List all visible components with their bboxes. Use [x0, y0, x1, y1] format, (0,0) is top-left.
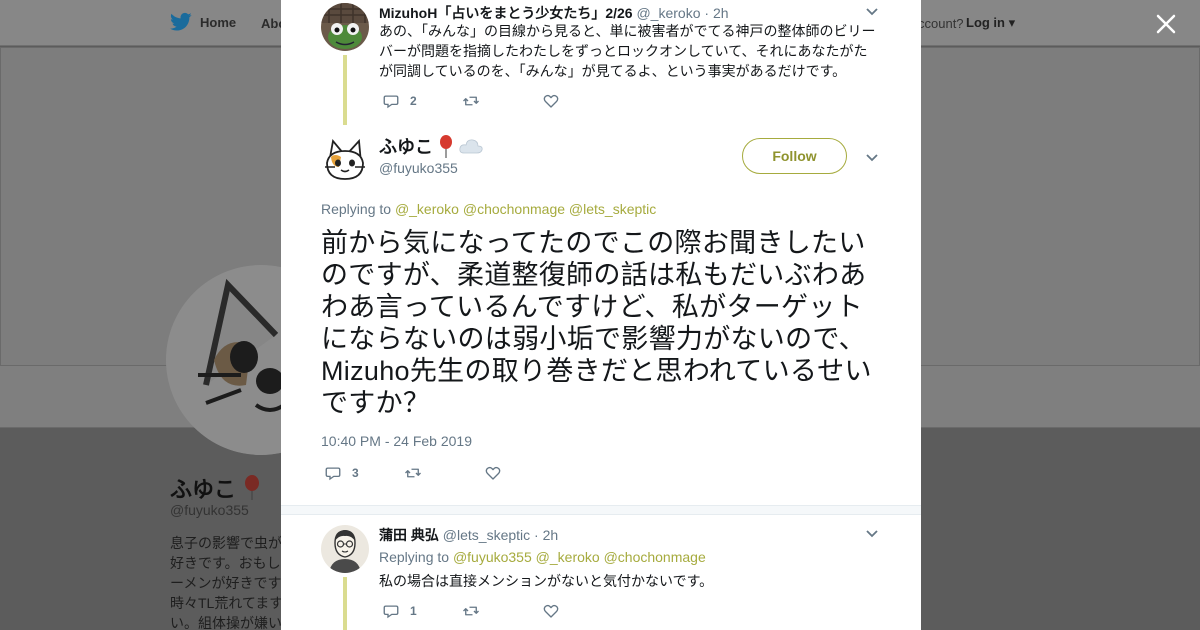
- parent-tweet-name[interactable]: MizuhoH「占いをまとう少女たち」2/26: [379, 5, 633, 21]
- follow-button[interactable]: Follow: [742, 138, 847, 174]
- heart-icon: [543, 604, 559, 618]
- reply-button[interactable]: 3: [324, 464, 404, 482]
- like-button[interactable]: [484, 464, 502, 482]
- reply-tweet-text: 私の場合は直接メンションがないと気付かないです。: [379, 573, 714, 589]
- frog-avatar-image: [321, 3, 369, 51]
- nav-home-link[interactable]: Home: [170, 12, 236, 32]
- profile-name: ふゆこ: [170, 472, 262, 504]
- profile-bio: 息子の影響で虫が 好きです。おもし ーメンが好きです 時々TL荒れてます い。組…: [170, 533, 285, 630]
- main-tweet-actions: 3: [324, 464, 502, 482]
- section-divider: [281, 505, 921, 515]
- bio-line: ーメンが好きです: [170, 575, 282, 591]
- portrait-avatar-image: [321, 525, 369, 573]
- mention-link[interactable]: @lets_skeptic: [569, 201, 656, 217]
- reply-icon: [383, 605, 399, 619]
- avatar-mizuho[interactable]: [321, 3, 369, 51]
- follow-button-label: Follow: [772, 148, 817, 164]
- like-button[interactable]: [542, 602, 560, 620]
- chevron-down-icon[interactable]: [864, 149, 880, 165]
- retweet-icon: [463, 96, 479, 106]
- mention-link[interactable]: @fuyuko355: [453, 549, 532, 565]
- avatar-kamata[interactable]: [321, 525, 369, 573]
- profile-handle: @fuyuko355: [170, 502, 249, 518]
- avatar-fuyuko[interactable]: [321, 133, 369, 181]
- retweet-button[interactable]: [462, 602, 542, 620]
- retweet-icon: [405, 468, 421, 478]
- profile-name-text: ふゆこ: [170, 477, 237, 502]
- heart-icon: [543, 94, 559, 108]
- retweet-button[interactable]: [404, 464, 484, 482]
- thread-connector: [343, 55, 347, 125]
- mention-link[interactable]: @chochonmage: [463, 201, 565, 217]
- main-tweet-replying-to: Replying to @_keroko @chochonmage @lets_…: [321, 201, 656, 217]
- mention-link[interactable]: @_keroko: [536, 549, 600, 565]
- cat-avatar-image: [321, 133, 369, 181]
- login-label: Log in: [966, 15, 1005, 30]
- retweet-button[interactable]: [462, 92, 542, 110]
- nav-home-label: Home: [200, 14, 237, 30]
- login-link[interactable]: Log in ▾: [966, 15, 1015, 31]
- chevron-down-icon[interactable]: [864, 525, 880, 541]
- mention-link[interactable]: @chochonmage: [604, 549, 706, 565]
- balloon-emoji-icon: [245, 475, 260, 500]
- reply-icon: [325, 467, 341, 481]
- thread-connector: [343, 577, 347, 630]
- reply-button[interactable]: 1: [382, 602, 462, 620]
- bio-line: 息子の影響で虫が: [170, 535, 282, 551]
- heart-icon: [485, 466, 501, 480]
- reply-tweet-replying-to: Replying to @fuyuko355 @_keroko @chochon…: [379, 549, 706, 565]
- reply-button[interactable]: 2: [382, 92, 462, 110]
- reply-tweet-header: 蒲田 典弘 @lets_skeptic · 2h: [379, 525, 558, 545]
- reply-icon: [383, 95, 399, 109]
- parent-tweet-actions: 2: [382, 92, 560, 110]
- close-button[interactable]: [1150, 8, 1182, 40]
- retweet-icon: [463, 606, 479, 616]
- like-button[interactable]: [542, 92, 560, 110]
- parent-tweet-text: あの、「みんな」の目線から見ると、単に被害者がでてる神戸の整体師のビリーバーが問…: [379, 23, 876, 79]
- account-question: ccount?: [918, 16, 964, 31]
- main-tweet-text: 前から気になってたのでこの際お聞きしたいのですが、柔道整復師の話は私もだいぶわあ…: [321, 228, 872, 418]
- reply-count: 3: [352, 466, 359, 480]
- parent-tweet-header: MizuhoH「占いをまとう少女たち」2/26 @_keroko · 2h: [379, 3, 729, 23]
- close-icon: [1156, 14, 1176, 34]
- cloud-emoji-icon: [459, 139, 483, 154]
- reply-tweet-handle[interactable]: @lets_skeptic: [443, 527, 530, 543]
- parent-tweet-handle[interactable]: @_keroko: [636, 5, 700, 21]
- reply-count: 1: [410, 604, 417, 618]
- bio-line: 好きです。おもし: [170, 555, 281, 571]
- reply-count: 2: [410, 94, 417, 108]
- bio-line: い。組体操が嫌い: [170, 615, 282, 630]
- reply-tweet-time[interactable]: · 2h: [534, 527, 558, 543]
- tweet-modal: MizuhoH「占いをまとう少女たち」2/26 @_keroko · 2h あの…: [281, 0, 921, 630]
- balloon-emoji-icon: [440, 135, 452, 158]
- twitter-bird-icon: [170, 12, 192, 31]
- reply-tweet-name[interactable]: 蒲田 典弘: [379, 527, 439, 543]
- replying-to-label: Replying to: [379, 549, 450, 565]
- main-tweet-handle[interactable]: @fuyuko355: [379, 160, 458, 176]
- parent-tweet-time[interactable]: · 2h: [704, 5, 728, 21]
- main-tweet-name[interactable]: ふゆこ: [379, 133, 433, 159]
- reply-tweet-actions: 1: [382, 602, 560, 620]
- chevron-down-icon[interactable]: [864, 3, 880, 19]
- bio-line: 時々TL荒れてます: [170, 595, 284, 611]
- mention-link[interactable]: @_keroko: [395, 201, 459, 217]
- main-tweet-name-row: ふゆこ: [379, 133, 483, 159]
- main-tweet-timestamp[interactable]: 10:40 PM - 24 Feb 2019: [321, 433, 472, 449]
- replying-to-label: Replying to: [321, 201, 392, 217]
